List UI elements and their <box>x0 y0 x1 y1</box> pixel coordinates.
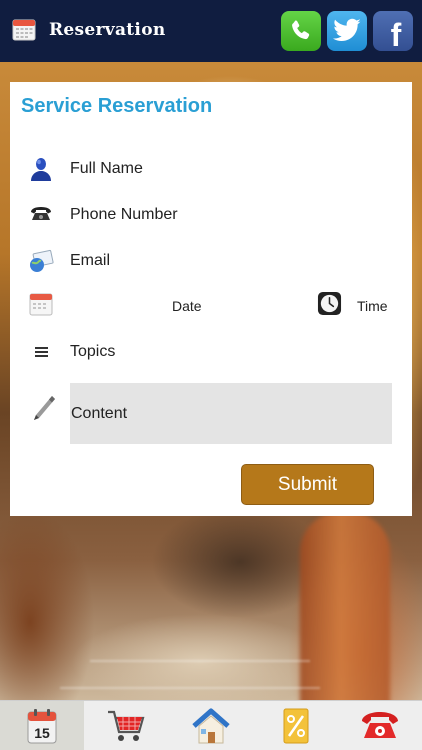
full-name-label: Full Name <box>70 160 143 177</box>
floor-reflection <box>90 660 310 662</box>
calendar-icon <box>12 19 36 41</box>
calendar-tab-icon: 15 <box>27 709 57 744</box>
bottom-tab-bar: 15 <box>0 700 422 750</box>
telephone-icon <box>31 207 51 220</box>
home-icon <box>192 708 230 744</box>
facebook-button[interactable]: f <box>373 11 413 53</box>
menu-icon <box>35 347 48 357</box>
time-field[interactable]: Time <box>357 298 388 314</box>
pencil-icon <box>34 396 55 420</box>
tab-coupons[interactable] <box>253 701 337 750</box>
date-field[interactable]: Date <box>172 298 202 314</box>
content-placeholder: Content <box>71 405 128 422</box>
email-label: Email <box>70 252 111 269</box>
full-name-field[interactable]: Full Name <box>10 153 412 185</box>
tab-shop[interactable] <box>84 701 168 750</box>
person-icon <box>31 158 51 181</box>
reservation-form: Service Reservation Full Name Phone Numb… <box>10 82 412 516</box>
topics-label: Topics <box>70 343 116 360</box>
content-textarea[interactable]: Content <box>70 383 392 444</box>
floor-reflection <box>60 687 320 689</box>
shopping-cart-icon <box>108 710 145 741</box>
form-title: Service Reservation <box>21 95 213 117</box>
twitter-icon <box>333 18 361 41</box>
phone-button[interactable] <box>281 11 321 51</box>
telephone-icon <box>362 712 398 738</box>
facebook-icon: f <box>390 16 402 53</box>
twitter-button[interactable] <box>327 11 367 51</box>
phone-icon <box>292 20 310 40</box>
clock-icon[interactable] <box>317 291 342 316</box>
calendar-field-icon[interactable] <box>28 291 54 317</box>
phone-number-field[interactable]: Phone Number <box>10 199 412 231</box>
tab-calendar[interactable]: 15 <box>0 701 84 750</box>
coupon-icon <box>283 708 309 744</box>
top-header: Reservation f <box>0 0 422 62</box>
submit-button[interactable]: Submit <box>241 464 374 505</box>
header-title: Reservation <box>49 20 166 40</box>
tab-contact[interactable] <box>338 701 422 750</box>
tab-home[interactable] <box>169 701 253 750</box>
topics-field[interactable]: Topics <box>10 336 412 368</box>
email-field[interactable]: Email <box>10 245 412 277</box>
email-icon <box>30 249 54 272</box>
calendar-day-text: 15 <box>34 725 50 741</box>
phone-number-label: Phone Number <box>70 206 178 223</box>
